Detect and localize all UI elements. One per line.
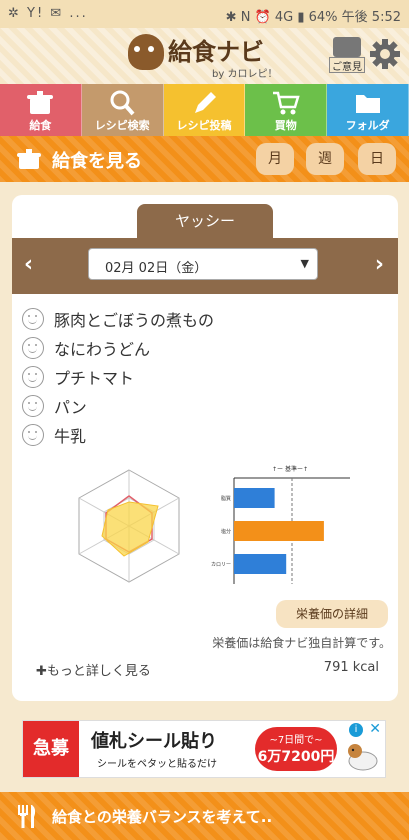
nav-kyushoku[interactable]: 給食 [0,84,82,136]
menu-item[interactable]: なにわうどん [22,333,214,362]
ad-price: 6万7200円 [257,749,335,765]
app-title: 給食ナビ [168,38,264,66]
section-header: 給食を見る [0,136,409,182]
chart-bar [234,554,287,574]
nav-shopping[interactable]: 買物 [245,84,328,136]
school-tab[interactable]: ヤッシー [137,204,273,238]
status-left: ✲ Y! ✉ ... [8,6,88,21]
date-value: 02月 02日（金） [105,261,208,276]
chart-category-label: カロリー [211,562,231,568]
nutrition-detail-button[interactable]: 栄養価の詳細 [276,600,388,628]
dropdown-caret-icon: ▼ [300,257,309,270]
total-kcal: 791 kcal [323,660,379,675]
nav-label: レシピ検索 [94,119,150,132]
chart-bar [234,521,324,541]
folder-icon [355,95,380,113]
nutrition-bar-chart: ↑ー 基準ー↑ 脂質塩分カロリー [211,465,350,584]
nutrition-radar-chart [78,469,180,583]
smile-icon [22,394,44,417]
chart-title: ↑ー 基準ー↑ [272,465,308,473]
menu-item-label: パン [54,397,87,417]
month-button[interactable]: 月 [256,143,294,175]
status-right: ✱ N ⏰ 4G ▮ 64% 午後 5:52 [225,10,401,25]
pot-icon [27,91,54,114]
status-bar: ✲ Y! ✉ ... ✱ N ⏰ 4G ▮ 64% 午後 5:52 [0,0,409,28]
menu-item[interactable]: 豚肉とごぼうの煮もの [22,304,214,333]
more-details-link[interactable]: ✚もっと詳しく見る [36,660,151,679]
pencil-icon [194,92,216,113]
mailbox-icon [333,37,361,57]
week-button[interactable]: 週 [306,143,344,175]
chart-category-label: 脂質 [221,495,231,502]
menu-item-label: プチトマト [54,368,135,388]
nav-label: フォルダ [345,119,390,132]
search-icon [110,90,135,116]
feedback-label: ご意見 [329,57,365,73]
ad-price-badge: ~7日間で~ 6万7200円 [255,727,337,771]
nav-label: レシピ投稿 [176,119,232,132]
chart-category-label: 塩分 [221,528,231,535]
date-select[interactable]: 02月 02日（金） ▼ [88,248,318,280]
smile-icon [22,365,44,388]
mascot-icon [128,34,164,70]
menu-item[interactable]: 牛乳 [22,420,214,449]
menu-item-label: 牛乳 [54,426,87,446]
menu-list: 豚肉とごぼうの煮もの なにわうどん プチトマト パン 牛乳 [22,304,214,449]
ad-headline: 値札シール貼り [91,731,217,752]
menu-item-label: なにわうどん [54,339,151,359]
ad-info-icon[interactable]: i [349,723,363,737]
day-button[interactable]: 日 [358,143,396,175]
feedback-button[interactable]: ご意見 [329,37,365,75]
app-logo[interactable]: 給食ナビ by カロレピ！ [128,32,288,80]
smile-icon [22,336,44,359]
footer-bar[interactable]: 給食との栄養バランスを考えて.. [0,792,409,840]
app-byline: by カロレピ！ [212,69,278,80]
next-day-arrow-icon[interactable]: › [375,252,384,277]
nav-label: 給食 [29,119,52,132]
smile-icon [22,423,44,446]
nav-label: 買物 [274,119,297,132]
cart-icon [272,91,300,115]
footer-text: 給食との栄養バランスを考えて.. [52,808,273,826]
nutrition-note: 栄養価は給食ナビ独自計算です。 [212,636,391,650]
pot-icon [17,149,41,169]
nav-folder[interactable]: フォルダ [327,84,409,136]
gear-icon[interactable] [369,38,401,70]
dog-mascot-icon [348,744,378,771]
chart-bar [234,488,275,508]
app-header: 給食ナビ by カロレピ！ ご意見 [0,28,409,84]
menu-item[interactable]: パン [22,391,214,420]
ad-subtext: シールをペタッと貼るだけ [97,759,217,770]
nav-recipe-post[interactable]: レシピ投稿 [163,84,246,136]
section-title: 給食を見る [52,151,142,172]
nav-recipe-search[interactable]: レシピ検索 [81,84,164,136]
utensils-icon [18,805,36,828]
ad-badge: 急募 [23,721,79,777]
ad-close-icon[interactable]: ✕ [369,721,381,737]
smile-icon [22,307,44,330]
prev-day-arrow-icon[interactable]: ‹ [24,252,33,277]
menu-item-label: 豚肉とごぼうの煮もの [54,310,215,330]
ad-price-top: ~7日間で~ [269,735,323,746]
ad-banner[interactable]: 急募 値札シール貼り シールをペタッと貼るだけ ~7日間で~ 6万7200円 i… [22,720,386,778]
main-nav: 給食 レシピ検索 レシピ投稿 買物 フォルダ [0,84,409,136]
menu-item[interactable]: プチトマト [22,362,214,391]
